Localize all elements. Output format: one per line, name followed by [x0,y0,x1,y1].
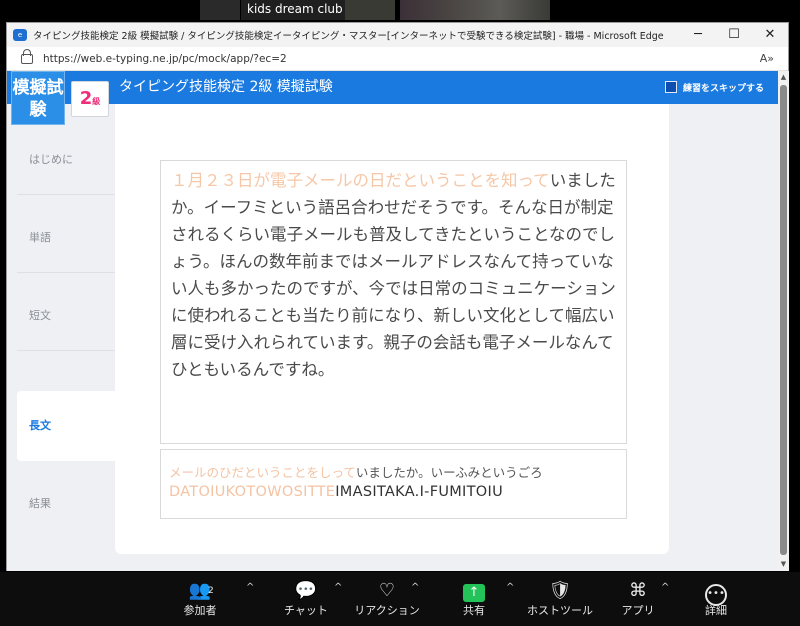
participant-count: 2 [208,586,214,596]
close-button[interactable]: ✕ [752,23,788,47]
nav-item-long-text[interactable]: 長文 [17,391,117,461]
exam-header: タイピング技能検定 2級 模擬試験 練習をスキップする [7,71,778,104]
host-tools-label: ホストツール [527,604,593,617]
skip-practice-checkbox[interactable] [665,81,677,93]
passage-remaining: いましたか。イーフミという語呂合わせだそうです。そんな日が制定されるくらい電子メ… [171,171,616,379]
participants-button[interactable]: 👥 2 参加者 [165,578,235,618]
chat-icon: 💬 [294,580,318,601]
page-title: タイピング技能検定 2級 模擬試験 [119,79,333,95]
page-content: タイピング技能検定 2級 模擬試験 練習をスキップする 模擬試験 2級 はじめに… [7,71,778,571]
chat-label: チャット [284,604,328,617]
apps-label: アプリ [621,604,655,617]
scroll-thumb[interactable] [780,85,787,555]
kana-remaining: いましたか。いーふみというごろ [355,465,543,480]
passage-typed: １月２３日が電子メールの日だということを知って [171,171,550,190]
nav-item-words[interactable]: 単語 [17,203,117,273]
apps-caret-icon[interactable]: ^ [661,582,669,593]
participants-label: 参加者 [183,604,217,617]
participants-caret-icon[interactable]: ^ [246,582,254,593]
nav-item-intro[interactable]: はじめに [17,125,117,195]
romaji-guide: DATOIUKOTOWOSITTEIMASITAKA.I-FUMITOIU [169,484,503,500]
skip-practice-label[interactable]: 練習をスキップする [683,81,764,94]
reactions-caret-icon[interactable]: ^ [411,582,419,593]
mock-exam-badge: 模擬試験 [11,71,65,125]
screen: kids dream club e タイピング技能検定 2級 模擬試験 / タイ… [0,0,800,626]
site-icon: e [13,29,27,41]
video-thumbnail [200,0,240,20]
grade-number: 2 [79,88,93,109]
typing-input-area[interactable]: メールのひだということをしっていましたか。いーふみというごろ DATOIUKOT… [160,449,627,519]
grade-suffix: 級 [92,97,101,106]
share-caret-icon[interactable]: ^ [506,582,514,593]
url-text[interactable]: https://web.e-typing.ne.jp/pc/mock/app/?… [43,53,287,65]
scroll-down-arrow-icon[interactable]: ▼ [779,560,788,569]
address-bar[interactable]: https://web.e-typing.ne.jp/pc/mock/app/?… [7,47,788,71]
scroll-up-arrow-icon[interactable]: ▲ [779,73,788,82]
more-label: 詳細 [705,604,727,617]
video-thumbnail [400,0,550,20]
participants-icon: 👥 2 [165,578,235,604]
title-bar: e タイピング技能検定 2級 模擬試験 / タイピング技能検定イータイピング・マ… [7,23,788,47]
section-nav: はじめに 単語 短文 長文 結果 [7,125,117,571]
share-icon: ↑ [439,578,509,604]
nav-item-short-text[interactable]: 短文 [17,281,117,351]
more-button[interactable]: ••• 詳細 [681,578,751,618]
grade-badge: 2級 [71,81,109,117]
kana-guide: メールのひだということをしっていましたか。いーふみというごろ [169,462,543,481]
more-icon: ••• [681,578,751,606]
window-title: タイピング技能検定 2級 模擬試験 / タイピング技能検定イータイピング・マスタ… [33,31,664,42]
romaji-typed: DATOIUKOTOWOSITTE [169,484,336,500]
participant-name: kids dream club [241,0,349,20]
maximize-button[interactable]: ☐ [716,23,752,47]
zoom-video-strip: kids dream club [0,0,800,22]
share-button[interactable]: ↑ 共有 [439,578,509,618]
shield-icon: 🛡 [548,580,572,601]
share-label: 共有 [463,604,485,617]
nav-item-results[interactable]: 結果 [17,469,117,539]
minimize-button[interactable]: ─ [680,23,716,47]
kana-typed: メールのひだということをしって [169,465,356,480]
zoom-toolbar: 👥 2 参加者 ^ 💬 チャット ^ ♡ リアクション ^ ↑ 共有 ^ 🛡 ホス… [0,572,800,626]
reactions-label: リアクション [354,604,420,617]
browser-window: e タイピング技能検定 2級 模擬試験 / タイピング技能検定イータイピング・マ… [6,22,789,571]
lock-icon[interactable] [21,48,33,64]
romaji-remaining: IMASITAKA.I-FUMITOIU [335,484,503,500]
typing-card: １月２３日が電子メールの日だということを知っていましたか。イーフミという語呂合わ… [115,104,669,554]
chat-caret-icon[interactable]: ^ [334,582,342,593]
chat-button[interactable]: 💬 チャット [271,578,341,618]
vertical-scrollbar[interactable]: ▲ ▼ [778,71,789,571]
read-aloud-icon[interactable]: A» [760,52,774,65]
host-tools-button[interactable]: 🛡 ホストツール [525,578,595,618]
passage-text: １月２３日が電子メールの日だということを知っていましたか。イーフミという語呂合わ… [160,160,627,444]
video-thumbnail [345,0,395,20]
